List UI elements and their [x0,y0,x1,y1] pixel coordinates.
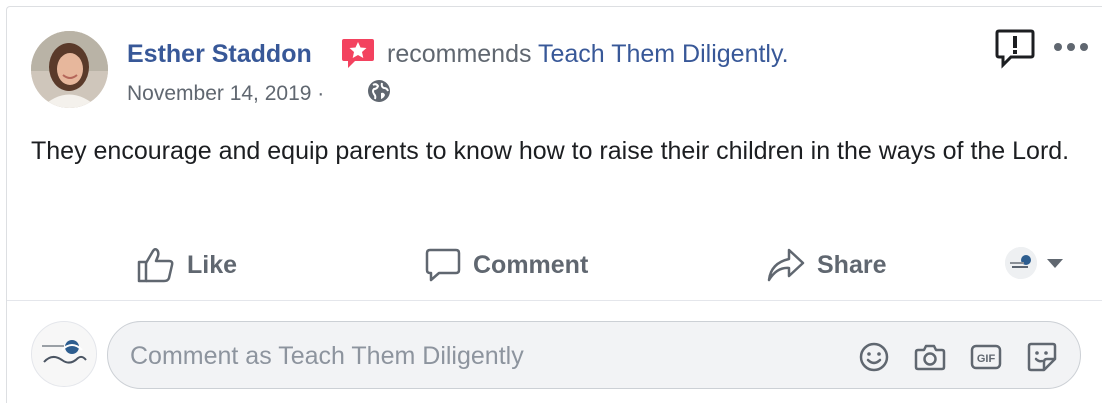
thumbs-up-icon [137,247,174,283]
globe-icon [368,80,390,102]
comment-input[interactable] [128,322,832,390]
star-badge-icon [342,39,374,68]
gif-icon[interactable]: GIF [970,341,1002,373]
svg-text:GIF: GIF [977,353,996,365]
comment-composer: GIF [107,321,1081,390]
comment-label: Comment [473,250,589,279]
post-card: Esther Staddon recommends Teach Them Dil… [6,6,1102,403]
sticker-icon[interactable] [1026,341,1058,373]
divider [7,300,1102,301]
author-name[interactable]: Esther Staddon [127,40,312,69]
like-button[interactable]: Like [137,243,237,287]
share-arrow-icon [767,248,805,282]
comment-button[interactable]: Comment [425,243,588,287]
commenter-avatar [31,321,97,387]
post-body: They encourage and equip parents to know… [31,137,1070,165]
share-label: Share [817,250,887,279]
share-button[interactable]: Share [767,243,886,287]
comment-bubble-icon [425,248,461,282]
page-selector[interactable] [1005,247,1063,279]
recommendation-text: recommends Teach Them Diligently. [387,40,789,69]
report-icon[interactable] [995,27,1035,69]
post-date[interactable]: November 14, 2019 · [127,82,324,106]
page-avatar [1005,247,1037,279]
chevron-down-icon [1047,258,1063,268]
recommends-label: recommends [387,40,532,68]
like-label: Like [187,250,238,279]
camera-icon[interactable] [914,341,946,373]
smiley-icon[interactable] [858,341,890,373]
author-avatar[interactable] [31,31,108,108]
more-icon[interactable] [1051,39,1091,55]
recommended-page-link[interactable]: Teach Them Diligently. [538,40,789,68]
